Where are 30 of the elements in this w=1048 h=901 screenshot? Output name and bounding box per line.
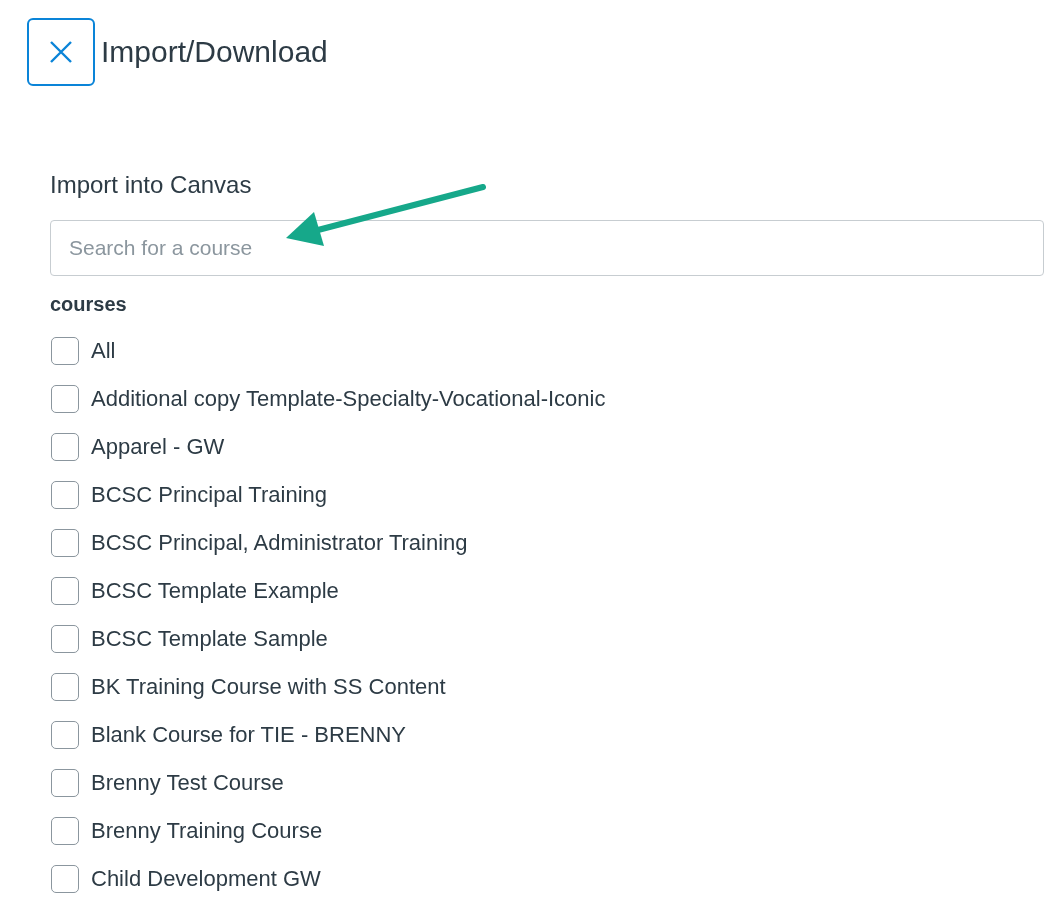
course-label: Additional copy Template-Specialty-Vocational-Iconic	[91, 386, 606, 412]
course-label: BCSC Principal, Administrator Training	[91, 530, 468, 556]
checkbox[interactable]	[51, 433, 79, 461]
section-heading: Import into Canvas	[50, 170, 253, 200]
course-label: BCSC Template Example	[91, 578, 339, 604]
course-label: BCSC Principal Training	[91, 482, 327, 508]
course-label: Child Development GW	[91, 866, 321, 892]
search-field[interactable]: Search for a course	[50, 220, 1044, 276]
close-icon	[49, 40, 73, 64]
checkbox[interactable]	[51, 577, 79, 605]
course-label: Brenny Training Course	[91, 818, 323, 844]
checkbox[interactable]	[51, 721, 79, 749]
checkbox[interactable]	[51, 481, 79, 509]
checkbox[interactable]	[51, 529, 79, 557]
course-label: All	[91, 338, 116, 364]
close-button[interactable]	[27, 18, 95, 86]
checkbox[interactable]	[51, 817, 79, 845]
course-label: Brenny Test Course	[91, 770, 284, 796]
checkbox[interactable]	[51, 625, 79, 653]
course-label: BK Training Course with SS Content	[91, 674, 446, 700]
course-label: BCSC Template Sample	[91, 626, 328, 652]
checkbox[interactable]	[51, 337, 79, 365]
course-label: Apparel - GW	[91, 434, 225, 460]
dialog-title: Import/Download	[101, 35, 328, 69]
list-label: courses	[50, 292, 128, 316]
checkbox[interactable]	[51, 385, 79, 413]
course-label: Blank Course for TIE - BRENNY	[91, 722, 407, 748]
checkbox[interactable]	[51, 673, 79, 701]
checkbox[interactable]	[51, 769, 79, 797]
checkbox[interactable]	[51, 865, 79, 893]
